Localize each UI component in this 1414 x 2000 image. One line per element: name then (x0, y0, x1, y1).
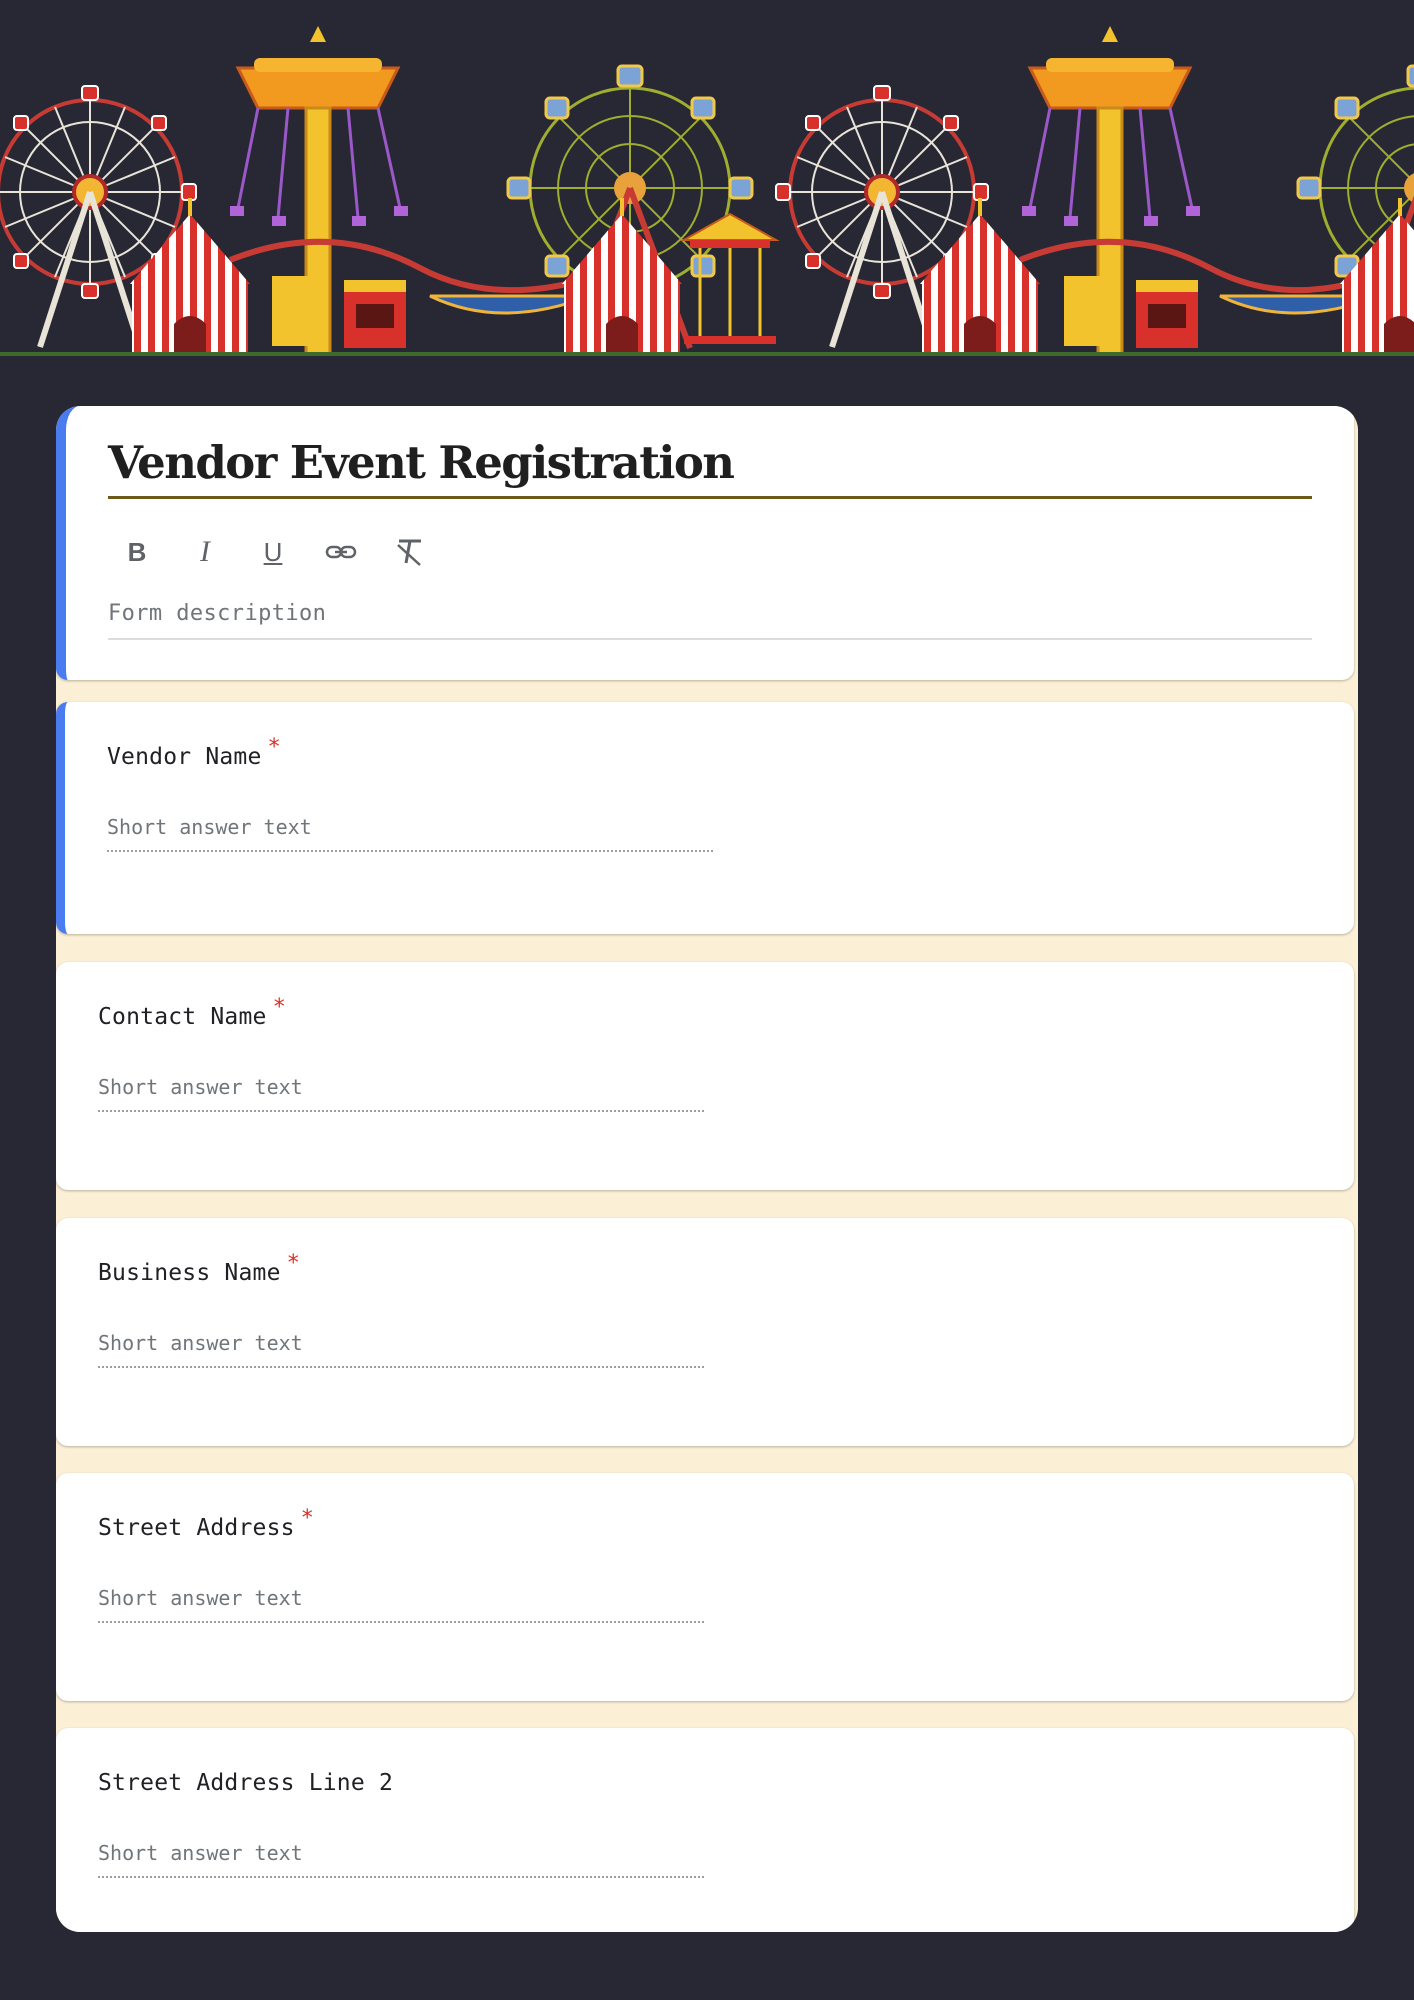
question-card-street-address-line-2[interactable]: Street Address Line 2 Short answer text (56, 1728, 1354, 1932)
question-card-contact-name[interactable]: Contact Name * Short answer text (56, 962, 1354, 1190)
form-title-input[interactable]: Vendor Event Registration (108, 430, 1312, 499)
form-description-input[interactable]: Form description (108, 596, 1312, 640)
question-label: Street Address (98, 1515, 295, 1541)
question-card-business-name[interactable]: Business Name * Short answer text (56, 1218, 1354, 1446)
question-label: Business Name (98, 1260, 281, 1286)
required-asterisk: * (286, 1251, 301, 1276)
question-title: Contact Name * (98, 995, 286, 1030)
question-card-street-address[interactable]: Street Address * Short answer text (56, 1473, 1354, 1701)
bold-icon[interactable]: B (120, 534, 154, 570)
required-asterisk: * (300, 1506, 315, 1531)
question-card-vendor-name[interactable]: Vendor Name * Short answer text (56, 702, 1354, 934)
question-title: Street Address * (98, 1506, 314, 1541)
form-title-card[interactable]: Vendor Event Registration B I U Form des… (56, 406, 1354, 680)
short-answer-field[interactable]: Short answer text (98, 1330, 704, 1368)
short-answer-field[interactable]: Short answer text (107, 814, 713, 852)
italic-icon[interactable]: I (188, 534, 222, 570)
form-container: Vendor Event Registration B I U Form des… (56, 406, 1358, 1932)
header-banner-image (0, 0, 1414, 356)
required-asterisk: * (267, 735, 281, 760)
clear-format-icon[interactable] (392, 534, 426, 570)
link-icon[interactable] (324, 534, 358, 570)
short-answer-field[interactable]: Short answer text (98, 1840, 704, 1878)
short-answer-field[interactable]: Short answer text (98, 1074, 704, 1112)
underline-icon[interactable]: U (256, 534, 290, 570)
question-label: Vendor Name (107, 744, 262, 770)
question-title: Street Address Line 2 (98, 1770, 399, 1796)
question-title: Business Name * (98, 1251, 300, 1286)
question-title: Vendor Name * (107, 735, 281, 770)
short-answer-field[interactable]: Short answer text (98, 1585, 704, 1623)
question-label: Street Address Line 2 (98, 1770, 393, 1796)
question-label: Contact Name (98, 1004, 267, 1030)
required-asterisk: * (272, 995, 287, 1020)
text-format-toolbar: B I U (120, 532, 426, 572)
